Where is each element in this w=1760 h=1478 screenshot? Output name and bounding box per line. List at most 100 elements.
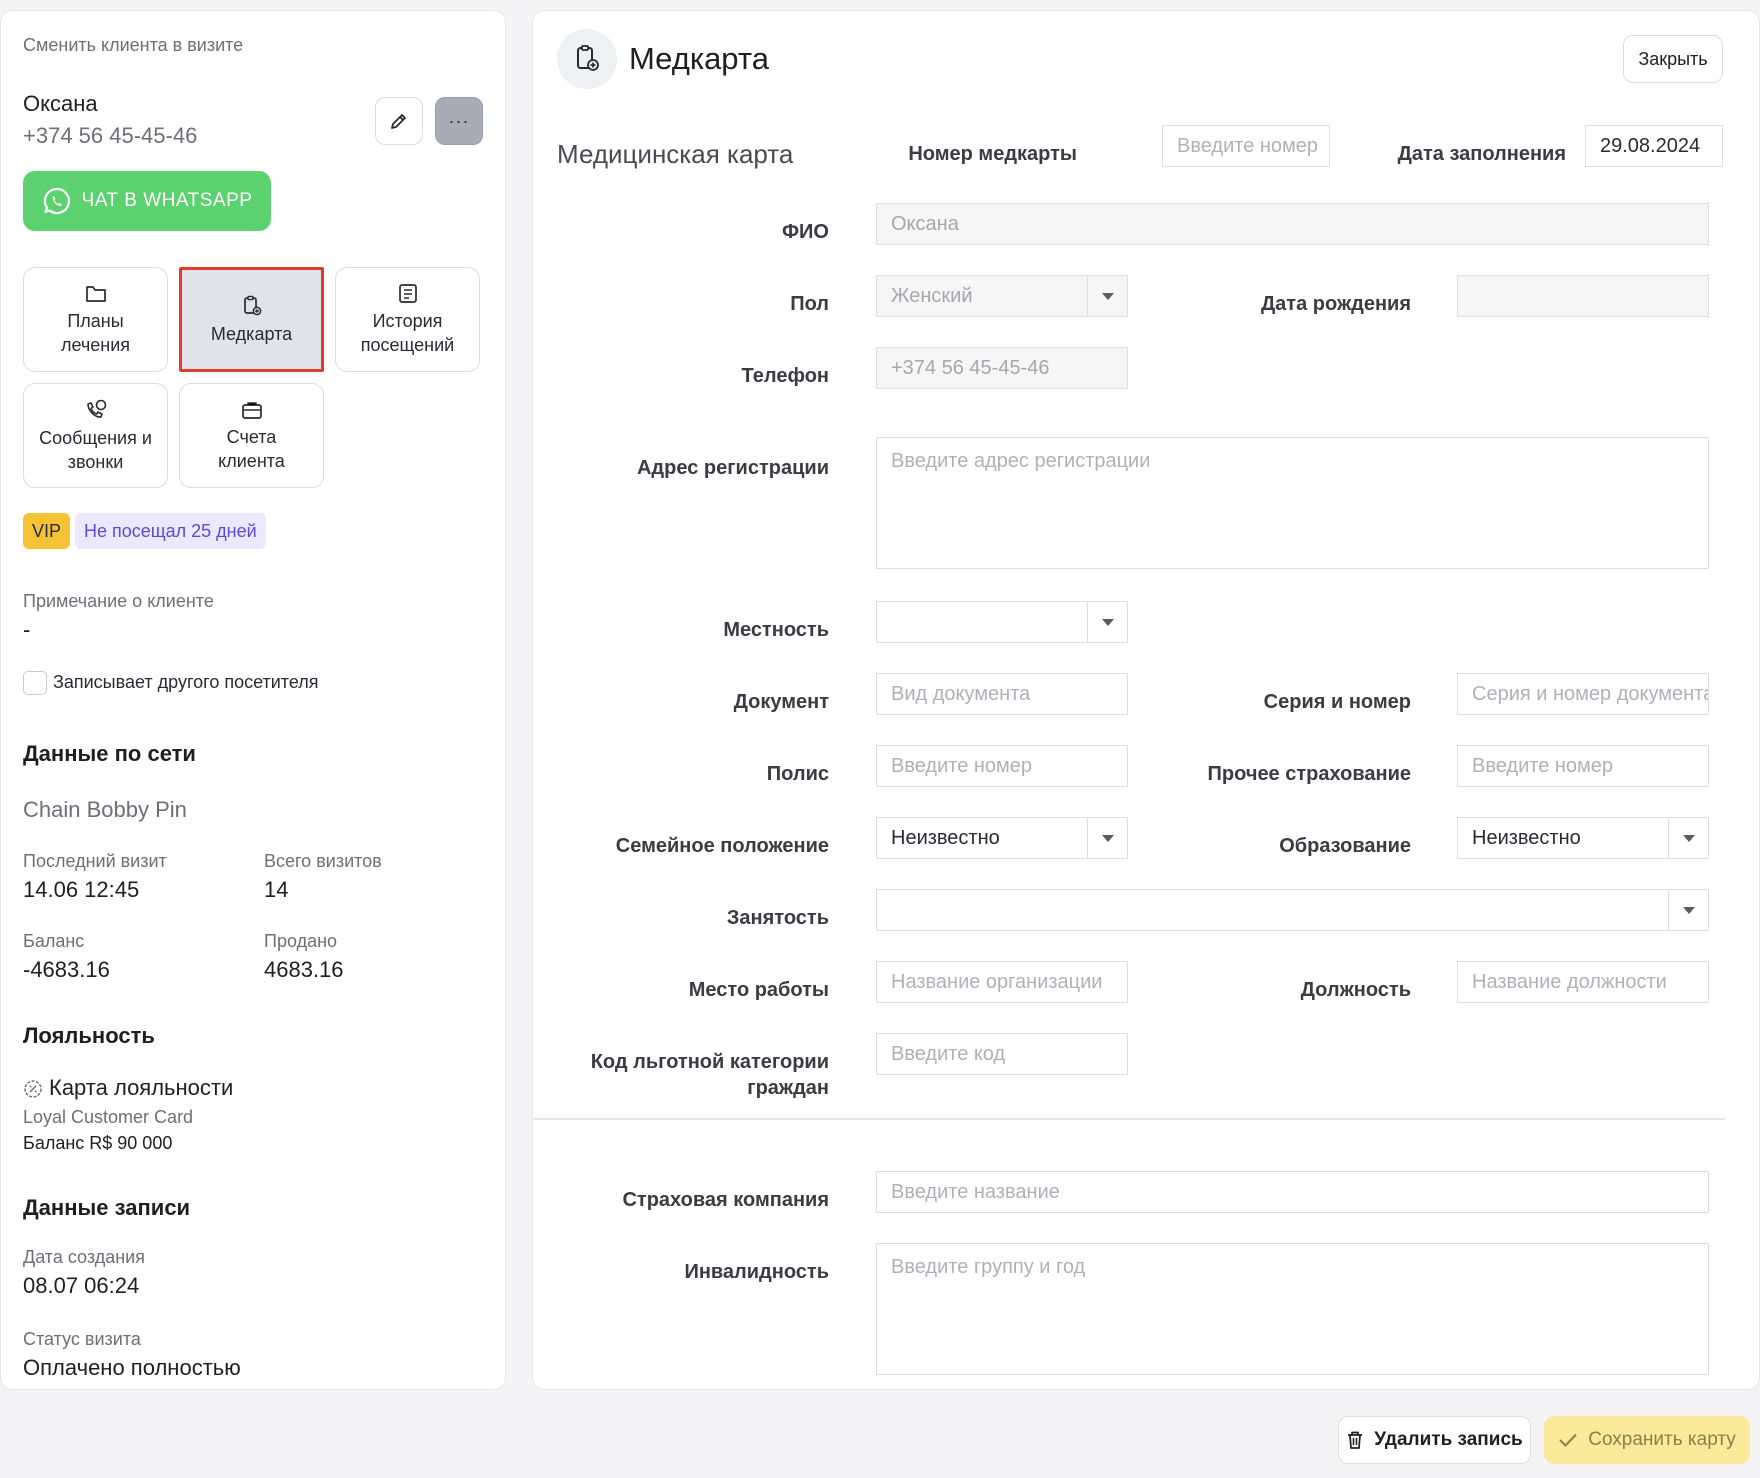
disability-label: Инвалидность [684,1261,829,1283]
gender-select[interactable]: Женский [876,275,1128,317]
folder-icon [85,285,106,302]
card-number-label: Номер медкарты [908,143,1077,165]
marital-select[interactable]: Неизвестно [876,817,1128,859]
more-dots-icon: ··· [448,110,470,131]
education-select[interactable]: Неизвестно [1457,817,1709,859]
gender-value: Женский [891,284,973,307]
address-placeholder: Введите адрес регистрации [891,450,1151,472]
tile-messages-calls[interactable]: Сообщения и звонки [23,383,168,488]
birthdate-label: Дата рождения [1260,293,1411,315]
policy-label: Полис [766,763,829,785]
chevron-down-icon [1087,602,1127,642]
locality-label: Местность [723,619,829,641]
tile-visit-history[interactable]: История посещений [335,267,480,372]
workplace-input[interactable]: Название организации [876,961,1128,1003]
document-label: Документ [733,691,829,713]
insurance-company-input[interactable]: Введите название [876,1171,1709,1213]
loyalty-card-balance: Баланс R$ 90 000 [23,1133,173,1153]
benefit-code-placeholder: Введите код [891,1042,1006,1065]
balance-value: -4683.16 [23,957,110,982]
phone-value: +374 56 45-45-46 [891,356,1050,379]
medcard-icon [243,295,261,315]
loyalty-card-title: Карта лояльности [49,1075,234,1100]
save-card-label: Сохранить карту [1588,1429,1736,1450]
phone-label: Телефон [741,365,829,387]
visits-badge: Не посещал 25 дней [75,513,266,549]
insurance-company-label: Страховая компания [622,1189,829,1211]
benefit-code-input[interactable]: Введите код [876,1033,1128,1075]
delete-record-label: Удалить запись [1374,1429,1523,1450]
tile-client-bills[interactable]: Счета клиента [179,383,324,488]
client-name: Оксана [23,91,98,116]
client-note-value: - [23,617,31,642]
page-title: Медкарта [629,41,769,76]
workplace-label: Место работы [688,979,829,1001]
address-label: Адрес регистрации [636,457,829,479]
birthdate-input[interactable] [1457,275,1709,317]
whatsapp-label: ЧАТ В WHATSAPP [81,190,253,211]
vip-badge: VIP [23,513,71,549]
education-value: Неизвестно [1472,826,1581,849]
sold-value: 4683.16 [264,957,344,982]
loyalty-title: Лояльность [23,1023,155,1048]
benefit-code-label: Код льготной категории граждан [533,1049,829,1101]
tile-treatment-plans[interactable]: Планы лечения [23,267,168,372]
phone-chat-icon [86,399,106,418]
close-button[interactable]: Закрыть [1623,35,1723,83]
series-input[interactable]: Серия и номер документа [1457,673,1709,715]
education-label: Образование [1279,835,1411,857]
more-button[interactable]: ··· [435,97,483,145]
marital-value: Неизвестно [891,826,1000,849]
total-visits-value: 14 [264,877,289,902]
balance-label: Баланс [23,931,85,951]
delete-record-button[interactable]: Удалить запись [1338,1416,1531,1464]
medcard-subtitle: Медицинская карта [557,139,794,169]
loyalty-badge-icon [24,1080,42,1098]
whatsapp-icon [43,187,70,215]
card-number-input[interactable]: Введите номер [1162,125,1330,167]
benefit-code-label-line2: граждан [747,1077,829,1099]
section-divider [533,1118,1725,1120]
medcard-header-icon-wrap [557,29,617,89]
locality-select[interactable] [876,601,1128,643]
tile-label: Планы лечения [60,310,131,355]
save-card-button[interactable]: Сохранить карту [1544,1416,1750,1464]
fio-input[interactable]: Оксана [876,203,1709,245]
edit-client-button[interactable] [375,97,423,145]
tile-label: Счета клиента [218,426,285,471]
last-visit-value: 14.06 12:45 [23,877,140,902]
other-visitor-label: Записывает другого посетителя [53,672,319,692]
series-placeholder: Серия и номер документа [1472,682,1709,705]
other-insurance-label: Прочее страхование [1207,763,1411,785]
client-phone: +374 56 45-45-46 [23,123,198,148]
disability-textarea[interactable]: Введите группу и год [876,1243,1709,1375]
position-input[interactable]: Название должности [1457,961,1709,1003]
change-client-link[interactable]: Сменить клиента в визите [23,35,243,56]
document-placeholder: Вид документа [891,682,1031,705]
fill-date-input[interactable]: 29.08.2024 [1585,125,1723,167]
tile-label: Сообщения и звонки [39,427,152,472]
wallet-icon [241,401,262,419]
policy-input[interactable]: Введите номер [876,745,1128,787]
visit-status-value: Оплачено полностью [23,1355,241,1380]
created-value: 08.07 06:24 [23,1273,140,1298]
tile-medcard[interactable]: Медкарта [179,267,324,372]
disability-placeholder: Введите группу и год [891,1256,1086,1278]
whatsapp-chat-button[interactable]: ЧАТ В WHATSAPP [23,171,271,231]
phone-input[interactable]: +374 56 45-45-46 [876,347,1128,389]
sold-label: Продано [264,931,338,951]
fill-date-value: 29.08.2024 [1600,134,1701,157]
position-placeholder: Название должности [1472,970,1667,993]
medcard-icon [577,45,599,71]
fio-label: ФИО [781,221,829,243]
other-insurance-input[interactable]: Введите номер [1457,745,1709,787]
other-visitor-checkbox[interactable] [23,671,47,695]
workplace-placeholder: Название организации [891,970,1103,993]
document-input[interactable]: Вид документа [876,673,1128,715]
chain-name: Chain Bobby Pin [23,797,187,822]
address-textarea[interactable]: Введите адрес регистрации [876,437,1709,569]
gender-label: Пол [790,293,829,315]
chevron-down-icon [1668,890,1708,930]
employment-select[interactable] [876,889,1709,931]
visit-status-label: Статус визита [23,1329,141,1349]
